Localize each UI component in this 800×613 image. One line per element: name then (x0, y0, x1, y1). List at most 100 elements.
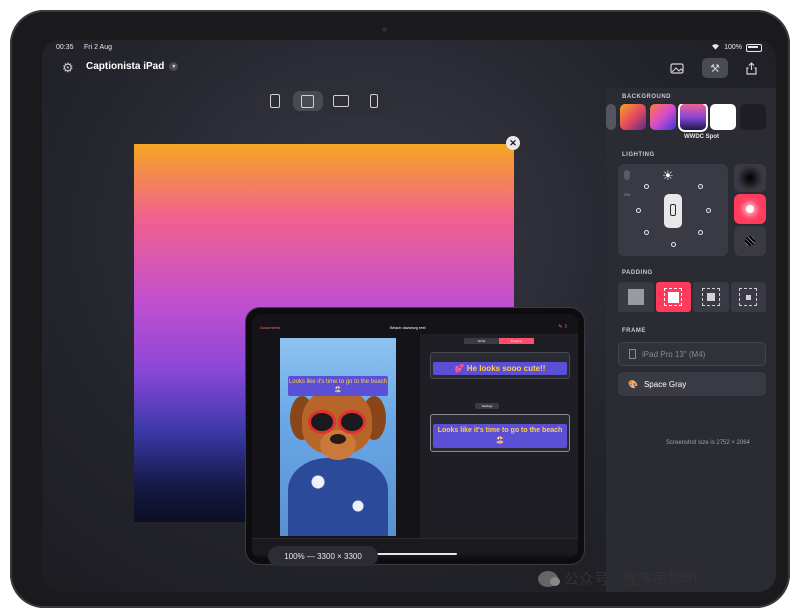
paint-palette-icon: 🎨 (628, 379, 638, 389)
padding-large-icon (739, 288, 758, 306)
caption-card: 💕 He looks sooo cute!! (430, 352, 570, 379)
screenshot-canvas[interactable]: Documents Beach dawwwg reel ✎ ⇪ Looks li… (134, 144, 584, 564)
paintbrush-hammer-icon: ⚒ (710, 62, 720, 75)
hatched-circle-icon (745, 236, 755, 246)
lighting-toggle-state: ON (624, 192, 630, 197)
chevron-down-icon: ▾ (169, 62, 179, 71)
inner-tab-script: Script (464, 338, 499, 344)
app-screen: 00:35 Fri 2 Aug 100% ⚙ Captionista iPad … (42, 40, 776, 592)
ipad-mockup: Documents Beach dawwwg reel ✎ ⇪ Looks li… (246, 308, 584, 564)
share-button[interactable] (738, 58, 764, 78)
background-thumb[interactable] (650, 104, 676, 130)
aspect-portrait-option[interactable] (260, 91, 290, 111)
dog-nose (330, 434, 346, 444)
status-date: Fri 2 Aug (84, 44, 113, 51)
padding-medium-icon (701, 288, 720, 306)
sunglasses-lens (308, 410, 336, 434)
padding-small-option[interactable] (655, 282, 691, 312)
caption-text: Looks like it's time to go to the beach … (433, 424, 567, 448)
light-intensity-knob[interactable] (664, 194, 682, 228)
share-icon (745, 61, 757, 75)
video-preview: Looks like it's time to go to the beach … (280, 338, 396, 536)
frame-color-label: Space Gray (643, 379, 687, 389)
ipad-mockup-screen: Documents Beach dawwwg reel ✎ ⇪ Looks li… (252, 314, 578, 558)
tablet-icon (629, 349, 636, 359)
glow-icon (746, 205, 754, 213)
light-style-soft[interactable] (734, 164, 766, 192)
app-title: Captionista iPad (86, 61, 165, 72)
frame-section-label: FRAME (622, 328, 646, 334)
padding-medium-option[interactable] (693, 282, 729, 312)
dog-shirt (288, 458, 388, 536)
document-title-menu[interactable]: Captionista iPad ▾ (86, 61, 179, 72)
padding-options (618, 282, 766, 312)
background-thumb-wwdc-spot[interactable] (680, 104, 706, 130)
status-time: 00:35 (56, 44, 74, 51)
close-icon[interactable]: ✕ (506, 136, 520, 150)
landscape-icon (332, 95, 349, 107)
background-thumb[interactable] (740, 104, 766, 130)
background-thumb[interactable] (710, 104, 736, 130)
inner-project-title: Beach dawwwg reel (390, 325, 426, 330)
photo-icon (670, 62, 684, 74)
sun-icon: ☀ (662, 168, 674, 183)
light-style-hard[interactable] (734, 226, 766, 256)
light-position-dot[interactable] (706, 208, 711, 213)
watermark: 公众号 · 程序员黎明 (538, 568, 697, 589)
aspect-square-option[interactable] (292, 91, 323, 111)
status-bar: 00:35 Fri 2 Aug 100% (42, 40, 776, 56)
frame-device-label: iPad Pro 13" (M4) (642, 349, 706, 359)
padding-section-label: PADDING (622, 270, 653, 276)
screenshot-size-note: Screenshot size is 2752 × 2064 (666, 440, 750, 446)
light-position-dot[interactable] (671, 242, 676, 247)
battery-percent: 100% (724, 44, 742, 51)
square-icon (301, 94, 314, 108)
light-position-dot[interactable] (644, 230, 649, 235)
light-position-dot[interactable] (636, 208, 641, 213)
light-position-dot[interactable] (698, 230, 703, 235)
background-thumb[interactable] (606, 104, 616, 130)
inner-toolbar-icons: ✎ ⇪ (558, 324, 568, 330)
caption-text: 💕 He looks sooo cute!! (433, 362, 567, 375)
lighting-direction-control[interactable]: ON ☀ (618, 164, 728, 256)
status-right: 100% (711, 43, 762, 52)
lighting-toggle[interactable] (624, 170, 630, 180)
background-thumbnails (606, 104, 776, 136)
light-position-dot[interactable] (698, 184, 703, 189)
zoom-size-label: 100% — 3300 × 3300 (268, 546, 378, 566)
battery-icon (746, 43, 762, 52)
padding-large-option[interactable] (730, 282, 766, 312)
light-position-dot[interactable] (644, 184, 649, 189)
top-toolbar: ⚙ Captionista iPad ▾ ⚒ (42, 56, 776, 80)
background-section-label: BACKGROUND (622, 94, 671, 100)
portrait-icon (269, 94, 280, 108)
padding-none-icon (627, 289, 644, 305)
padding-none-option[interactable] (618, 282, 654, 312)
phone-icon (369, 94, 378, 108)
lighting-section-label: LIGHTING (622, 152, 655, 158)
selected-background-name: WWDC Spot (684, 134, 719, 140)
gear-icon[interactable]: ⚙ (62, 60, 74, 76)
padding-small-icon (664, 288, 683, 306)
light-style-glow[interactable] (734, 194, 766, 224)
aspect-landscape-option[interactable] (326, 91, 356, 111)
ipad-device-frame: 00:35 Fri 2 Aug 100% ⚙ Captionista iPad … (10, 10, 790, 608)
photo-button[interactable] (664, 58, 690, 78)
aspect-ratio-selector (254, 88, 394, 114)
aspect-phone-option[interactable] (359, 91, 389, 111)
inner-settings-pill: Settings (475, 403, 499, 409)
inspector-panel: BACKGROUND WWDC Spot LIGHTING ON ☀ PADDI… (606, 88, 776, 592)
inner-documents-link: Documents (260, 325, 281, 330)
caption-card-selected: Looks like it's time to go to the beach … (430, 414, 570, 452)
frame-color-select[interactable]: 🎨 Space Gray (618, 372, 766, 396)
wechat-icon (538, 570, 560, 587)
video-caption-overlay: Looks like it's time to go to the beach … (288, 376, 388, 396)
tools-button[interactable]: ⚒ (702, 58, 728, 78)
wifi-icon (711, 43, 720, 52)
front-camera (382, 27, 387, 32)
watermark-text: 公众号 · 程序员黎明 (564, 571, 698, 588)
background-thumb[interactable] (620, 104, 646, 130)
frame-device-select[interactable]: iPad Pro 13" (M4) (618, 342, 766, 366)
inner-tab-timeline: Timeline (499, 338, 534, 344)
home-indicator (377, 553, 457, 555)
